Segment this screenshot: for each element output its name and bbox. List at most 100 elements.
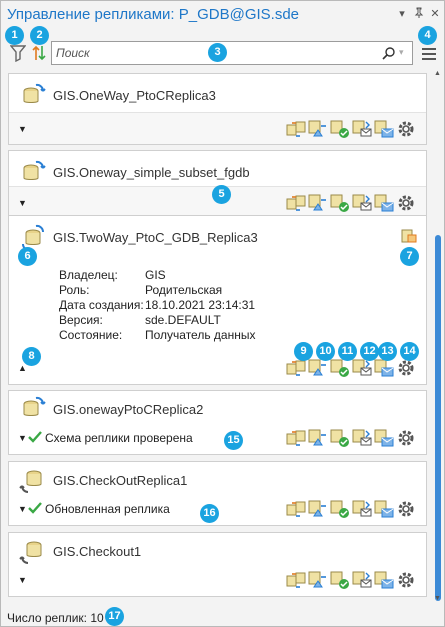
pin-icon[interactable] <box>412 7 426 21</box>
export-changes-icon[interactable] <box>308 428 328 448</box>
synchronize-icon[interactable] <box>286 570 306 590</box>
replica-name: GIS.onewayPtoCReplica2 <box>53 402 204 417</box>
gear-icon[interactable] <box>396 428 416 448</box>
replica-details-icon[interactable] <box>400 226 418 244</box>
property-row: Владелец: GIS <box>59 268 255 283</box>
callout-badge: 6 <box>18 247 37 266</box>
replica-card-header: GIS.TwoWay_PtoC_GDB_Replica3 <box>9 216 426 260</box>
replica-status: Обновленная реплика <box>45 502 170 516</box>
import-changes-icon[interactable] <box>352 193 372 213</box>
check-out-replica-icon <box>19 537 47 565</box>
export-message-icon[interactable] <box>374 193 394 213</box>
import-changes-icon[interactable] <box>352 428 372 448</box>
callout-badge: 13 <box>378 342 397 361</box>
scroll-down-icon[interactable]: ▼ <box>434 595 442 603</box>
export-changes-icon[interactable] <box>308 119 328 139</box>
export-message-icon[interactable] <box>374 358 394 378</box>
property-key: Владелец: <box>59 268 118 282</box>
property-value: sde.DEFAULT <box>145 313 221 327</box>
synchronize-icon[interactable] <box>286 499 306 519</box>
vertical-scrollbar[interactable] <box>435 69 441 603</box>
gear-icon[interactable] <box>396 499 416 519</box>
replica-list[interactable]: GIS.OneWay_PtoCReplica3 ▼ GIS.Oneway_sim… <box>1 69 445 603</box>
title-bar: Управление репликами: P_GDB@GIS.sde ▾ ✕ <box>1 1 445 27</box>
import-changes-icon[interactable] <box>352 499 372 519</box>
import-changes-icon[interactable] <box>352 570 372 590</box>
callout-badge: 3 <box>208 43 227 62</box>
synchronize-icon[interactable] <box>286 428 306 448</box>
property-key: Состояние: <box>59 328 123 342</box>
export-changes-icon[interactable] <box>308 570 328 590</box>
search-icon[interactable] <box>382 46 396 60</box>
pane-title: Управление репликами: P_GDB@GIS.sde <box>7 6 300 23</box>
callout-badge: 1 <box>5 26 24 45</box>
export-changes-icon[interactable] <box>308 193 328 213</box>
property-row: Роль: Родительская <box>59 283 255 298</box>
filter-icon[interactable] <box>9 44 27 63</box>
replica-name: GIS.Oneway_simple_subset_fgdb <box>53 165 250 180</box>
replica-card[interactable]: GIS.OneWay_PtoCReplica3 ▼ <box>8 73 427 145</box>
validate-schema-icon[interactable] <box>330 428 350 448</box>
gear-icon[interactable] <box>396 193 416 213</box>
property-value: Родительская <box>145 283 223 297</box>
replica-card-footer: ▼ <box>9 112 426 144</box>
replica-actions <box>286 358 416 378</box>
callout-badge: 11 <box>338 342 357 361</box>
scrollbar-thumb[interactable] <box>435 235 441 601</box>
synchronize-icon[interactable] <box>286 193 306 213</box>
replica-actions <box>286 119 416 139</box>
callout-badge: 7 <box>400 247 419 266</box>
replica-actions <box>286 193 416 213</box>
export-changes-icon[interactable] <box>308 499 328 519</box>
status-bar: Число реплик: 10 <box>1 605 445 627</box>
gear-icon[interactable] <box>396 570 416 590</box>
menu-icon[interactable] <box>422 47 436 61</box>
replica-name: GIS.TwoWay_PtoC_GDB_Replica3 <box>53 230 258 245</box>
callout-badge: 17 <box>105 607 124 626</box>
validate-schema-icon[interactable] <box>330 570 350 590</box>
validate-schema-icon[interactable] <box>330 358 350 378</box>
import-changes-icon[interactable] <box>352 119 372 139</box>
one-way-replica-icon <box>19 395 47 423</box>
one-way-replica-icon <box>19 159 47 187</box>
sort-icon[interactable] <box>31 44 47 62</box>
replica-card[interactable]: GIS.Checkout1 ▼ <box>8 532 427 597</box>
scroll-up-icon[interactable]: ▲ <box>434 70 442 78</box>
check-icon <box>27 429 43 445</box>
export-message-icon[interactable] <box>374 570 394 590</box>
property-row: Версия: sde.DEFAULT <box>59 313 255 328</box>
expand-chevron-icon[interactable]: ▼ <box>18 198 28 208</box>
replica-properties: Владелец: GIS Роль: Родительская Дата созд… <box>59 268 255 343</box>
replica-name: GIS.CheckOutReplica1 <box>53 473 188 488</box>
synchronize-icon[interactable] <box>286 358 306 378</box>
export-message-icon[interactable] <box>374 428 394 448</box>
search-dropdown-icon[interactable]: ▾ <box>399 47 409 59</box>
export-changes-icon[interactable] <box>308 358 328 378</box>
property-value: GIS <box>145 268 166 282</box>
search-input[interactable] <box>56 45 356 61</box>
callout-badge: 16 <box>200 504 219 523</box>
replica-actions <box>286 499 416 519</box>
synchronize-icon[interactable] <box>286 119 306 139</box>
import-changes-icon[interactable] <box>352 358 372 378</box>
replica-card[interactable]: GIS.onewayPtoCReplica2 ▼ Схема реплики п… <box>8 390 427 455</box>
callout-badge: 14 <box>400 342 419 361</box>
replica-card-footer: ▼ Схема реплики проверена <box>9 422 426 454</box>
export-message-icon[interactable] <box>374 499 394 519</box>
validate-schema-icon[interactable] <box>330 499 350 519</box>
pane-options-dropdown[interactable]: ▾ <box>395 7 409 21</box>
gear-icon[interactable] <box>396 119 416 139</box>
validate-schema-icon[interactable] <box>330 193 350 213</box>
close-icon[interactable]: ✕ <box>428 7 442 21</box>
replica-card-footer: ▼ <box>9 564 426 596</box>
replica-name: GIS.OneWay_PtoCReplica3 <box>53 88 216 103</box>
check-out-replica-icon <box>19 466 47 494</box>
expand-chevron-icon[interactable]: ▼ <box>18 575 28 585</box>
property-value: 18.10.2021 23:14:31 <box>145 298 256 312</box>
validate-schema-icon[interactable] <box>330 119 350 139</box>
gear-icon[interactable] <box>396 358 416 378</box>
expand-chevron-icon[interactable]: ▼ <box>18 124 28 134</box>
replica-actions <box>286 428 416 448</box>
callout-badge: 12 <box>360 342 379 361</box>
export-message-icon[interactable] <box>374 119 394 139</box>
